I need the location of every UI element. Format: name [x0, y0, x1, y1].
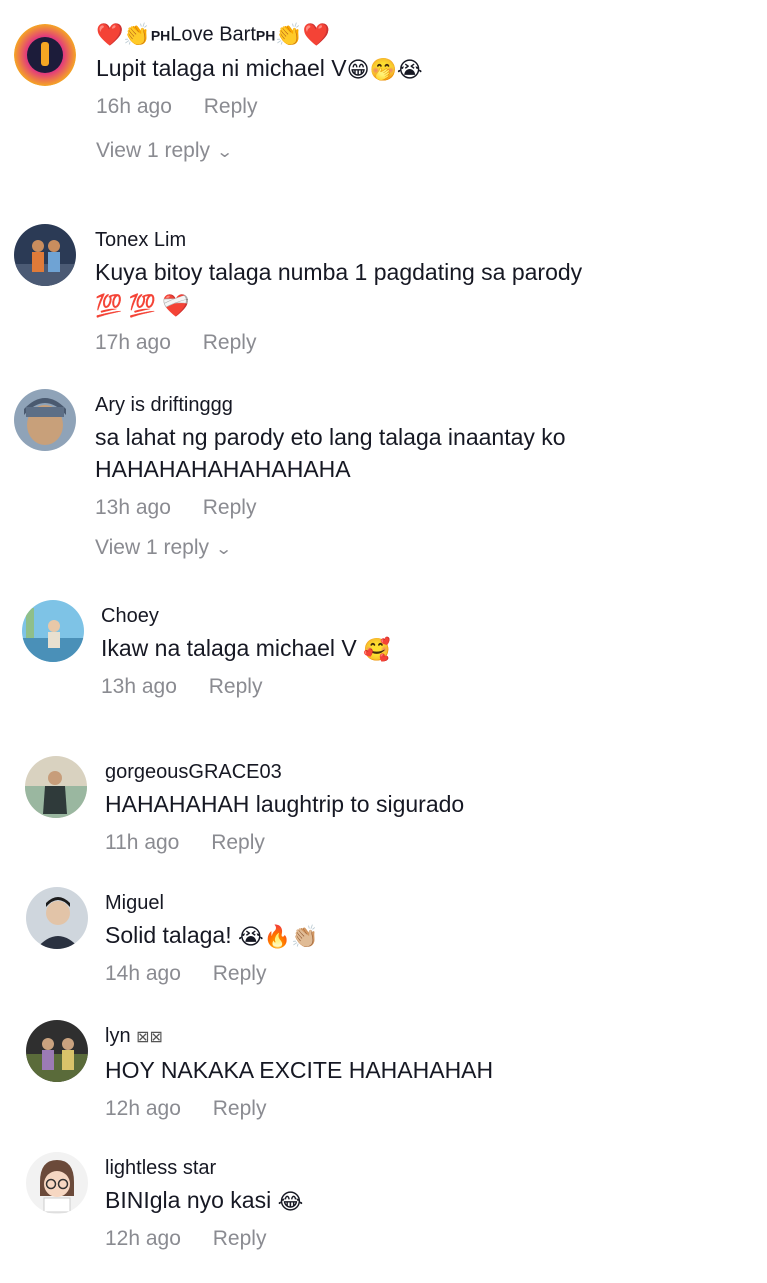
view-replies-button[interactable]: View 1 reply ⌄ — [95, 535, 655, 563]
reply-button[interactable]: Reply — [213, 961, 267, 987]
comment-timestamp: 11h ago — [105, 831, 180, 854]
heart-emoji: ❤️ — [96, 22, 124, 47]
view-replies-label: View 1 reply — [95, 536, 210, 559]
comment-username[interactable]: Choey — [101, 604, 701, 628]
comment-username[interactable]: lightless star — [105, 1156, 705, 1180]
emoji-group: 🥰 — [363, 636, 391, 662]
avatar[interactable] — [14, 389, 76, 451]
username-text: lyn — [105, 1025, 131, 1047]
emoji-group: 😭🔥👏🏼 — [237, 923, 319, 949]
heart-emoji: ❤️ — [302, 22, 331, 47]
comment-username[interactable]: ❤️👏PHLove BartPH👏❤️ — [96, 22, 696, 48]
avatar[interactable] — [26, 887, 88, 949]
comment-text: Kuya bitoy talaga numba 1 pagdating sa p… — [95, 256, 695, 320]
comment-text-content: Kuya bitoy talaga numba 1 pagdating sa p… — [95, 259, 583, 285]
avatar[interactable] — [22, 600, 84, 662]
comment-timestamp: 12h ago — [105, 1097, 181, 1120]
comment-text: Ikaw na talaga michael V 🥰 — [101, 632, 701, 664]
avatar[interactable] — [14, 224, 76, 286]
comment-text-content: Ikaw na talaga michael V — [101, 635, 357, 661]
comment-username[interactable]: lyn ⊠⊠ — [105, 1024, 705, 1050]
comment-text: HAHAHAHAH laughtrip to sigurado — [105, 791, 465, 817]
comment-text: Solid talaga! 😭🔥👏🏼 — [105, 919, 705, 951]
reply-button[interactable]: Reply — [213, 1226, 267, 1252]
comment-username[interactable]: Tonex Lim — [95, 228, 695, 252]
avatar[interactable] — [26, 1020, 88, 1082]
comment-meta: 12h ago Reply — [105, 1226, 705, 1252]
clap-emoji: 👏 — [275, 22, 303, 47]
comment-text: sa lahat ng parody eto lang talaga inaan… — [95, 424, 566, 482]
comment-timestamp: 17h ago — [95, 331, 171, 354]
comment-meta: 14h ago Reply — [105, 961, 705, 987]
comment-text: HOY NAKAKA EXCITE HAHAHAHAH — [105, 1057, 494, 1083]
comment-meta: 11h ago Reply — [105, 830, 705, 856]
reply-button[interactable]: Reply — [213, 1096, 267, 1122]
emoji-group: 😂 — [277, 1188, 304, 1214]
username-text: Love Bart — [170, 23, 256, 46]
avatar[interactable] — [25, 756, 87, 818]
avatar[interactable] — [14, 24, 76, 86]
view-replies-label: View 1 reply — [96, 139, 211, 162]
comment-timestamp: 12h ago — [105, 1227, 181, 1250]
clap-emoji: 👏 — [123, 22, 151, 47]
comment-timestamp: 16h ago — [96, 95, 172, 118]
comment-text-content: Lupit talaga ni michael V — [96, 55, 347, 81]
emoji-group: 💯 💯 ❤️‍🩹 — [95, 292, 190, 318]
comment-timestamp: 13h ago — [101, 675, 177, 698]
view-replies-button[interactable]: View 1 reply ⌄ — [96, 138, 696, 166]
reply-button[interactable]: Reply — [209, 674, 263, 700]
chevron-down-icon: ⌄ — [215, 541, 233, 558]
reply-button[interactable]: Reply — [211, 830, 265, 856]
reply-button[interactable]: Reply — [203, 330, 257, 356]
avatar[interactable] — [26, 1152, 88, 1214]
emoji-group: 😁🤭😭 — [346, 56, 423, 82]
comment-text-content: BINIgla nyo kasi — [105, 1187, 272, 1213]
reply-button[interactable]: Reply — [204, 94, 258, 120]
comment-timestamp: 13h ago — [95, 496, 171, 519]
username-suffix-glyphs: ⊠⊠ — [136, 1029, 163, 1046]
comment-meta: 12h ago Reply — [105, 1096, 705, 1122]
comment-meta: 13h ago Reply — [95, 495, 655, 521]
comment-username[interactable]: gorgeousGRACE03 — [105, 760, 705, 784]
comment-meta: 17h ago Reply — [95, 330, 695, 356]
comment-username[interactable]: Miguel — [105, 891, 705, 915]
comment-text: Lupit talaga ni michael V😁🤭😭 — [96, 52, 696, 84]
username-ph-tag: PH — [150, 27, 171, 44]
chevron-down-icon: ⌄ — [216, 144, 234, 161]
comment-text-content: Solid talaga! — [105, 922, 232, 948]
comment-timestamp: 14h ago — [105, 962, 181, 985]
reply-button[interactable]: Reply — [203, 495, 257, 521]
comment-meta: 13h ago Reply — [101, 674, 701, 700]
comment-username[interactable]: Ary is driftinggg — [95, 393, 655, 417]
comment-meta: 16h ago Reply — [96, 94, 696, 120]
username-ph-tag: PH — [255, 27, 276, 44]
comment-text: BINIgla nyo kasi 😂 — [105, 1184, 705, 1216]
